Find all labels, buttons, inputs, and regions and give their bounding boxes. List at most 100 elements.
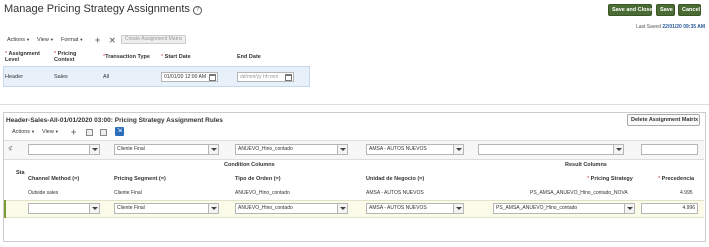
filter-unidad-negocio-value: AMSA - AUTOS NUEVOS: [369, 146, 427, 152]
chevron-down-icon[interactable]: [89, 204, 99, 213]
end-date-input[interactable]: dd/mm/yy hh:mm: [237, 72, 294, 82]
help-icon[interactable]: ?: [192, 6, 202, 15]
edit-pricing-segment[interactable]: Cliente Final: [114, 203, 219, 214]
start-date-label: Start Date: [164, 54, 191, 60]
chevron-down-icon[interactable]: [337, 204, 347, 213]
edit-precedencia-input[interactable]: 4.996: [641, 203, 698, 214]
cancel-button[interactable]: Cancel: [678, 4, 701, 16]
page-title-text: Manage Pricing Strategy Assignments: [4, 3, 190, 15]
chevron-down-icon[interactable]: [208, 145, 218, 154]
save-button[interactable]: Save: [656, 4, 675, 16]
export-icon[interactable]: ⇲: [115, 127, 124, 136]
detach-icon[interactable]: [100, 129, 107, 136]
col-tipo-orden[interactable]: Tipo de Orden (=): [235, 176, 281, 182]
cell-pricing-segment: Cliente Final: [114, 190, 142, 196]
header-end-date: End Date: [237, 54, 261, 60]
chevron-down-icon[interactable]: [208, 204, 218, 213]
filter-pricing-segment-value: Cliente Final: [117, 146, 145, 152]
last-saved: Last Saved 22/01/20 09:35 AM: [636, 24, 705, 30]
pricing-strategy-label: Pricing Strategy: [590, 176, 633, 182]
cell-unidad-negocio: AMSA - AUTOS NUEVOS: [366, 190, 424, 196]
delete-assignment-matrix-button[interactable]: Delete Assignment Matrix: [627, 114, 700, 126]
filter-pricing-strategy[interactable]: [478, 144, 624, 155]
filter-channel-method[interactable]: [28, 144, 100, 155]
required-marker: *: [161, 54, 164, 60]
edit-channel-method[interactable]: [28, 203, 100, 214]
view-label: View: [37, 37, 49, 43]
save-and-close-button[interactable]: Save and Close: [608, 4, 653, 16]
cell-transaction-type: All: [103, 74, 110, 80]
plus-icon[interactable]: +: [71, 128, 76, 137]
calendar-icon[interactable]: [209, 74, 216, 81]
cell-assignment-level: Header: [5, 74, 24, 80]
header-assignment-level: * Assignment Level: [5, 51, 45, 63]
edit-unidad-negocio[interactable]: AMSA - AUTOS NUEVOS: [366, 203, 464, 214]
actions-label: Actions: [7, 37, 26, 43]
cell-pricing-context: Sales: [54, 74, 68, 80]
format-label: Format: [61, 37, 79, 43]
create-assignment-matrix-button[interactable]: Create Assignment Matrix: [121, 35, 187, 44]
x-icon[interactable]: ✕: [109, 37, 116, 45]
pricing-context-label: Pricing Context: [54, 51, 77, 63]
header-start-date: * Start Date: [161, 54, 191, 60]
required-marker: *: [658, 176, 661, 182]
filter-tipo-orden-value: ANUEVO_Hino_contado: [238, 146, 293, 152]
actions-menu[interactable]: Actions▼: [7, 37, 30, 43]
start-date-value: 01/01/20 12:00 AM: [164, 74, 206, 80]
chevron-down-icon[interactable]: [453, 145, 463, 154]
status-column-header: Sta: [16, 170, 25, 176]
view-menu[interactable]: View▼: [37, 37, 54, 43]
chevron-down-icon: ▼: [26, 37, 31, 42]
filter-tipo-orden[interactable]: ANUEVO_Hino_contado: [235, 144, 348, 155]
col-pricing-strategy[interactable]: * Pricing Strategy: [587, 176, 633, 182]
chevron-down-icon[interactable]: [453, 204, 463, 213]
chevron-down-icon[interactable]: [89, 145, 99, 154]
page-title: Manage Pricing Strategy Assignments?: [4, 3, 202, 15]
edit-row-marker: [4, 200, 6, 218]
filter-unidad-negocio[interactable]: AMSA - AUTOS NUEVOS: [366, 144, 464, 155]
end-date-placeholder: dd/mm/yy hh:mm: [240, 74, 279, 80]
edit-pricing-strategy-value: PS_AMSA_ANUEVO_Hino_contado: [496, 205, 578, 211]
assignment-level-label: Assignment Level: [5, 51, 40, 63]
col-pricing-segment[interactable]: Pricing Segment (=): [114, 176, 166, 182]
rules-actions-label: Actions: [12, 129, 31, 135]
col-unidad-negocio[interactable]: Unidad de Negocio (=): [366, 176, 424, 182]
col-channel-method[interactable]: Channel Method (=): [28, 176, 79, 182]
cell-pricing-strategy: PS_AMSA_ANUEVO_Hino_contado_NOVA: [530, 190, 628, 196]
required-marker: *: [587, 176, 590, 182]
cell-tipo-orden: ANUEVO_Hino_contado: [235, 190, 290, 196]
filter-pricing-segment[interactable]: Cliente Final: [114, 144, 219, 155]
edit-tipo-orden[interactable]: ANUEVO_Hino_contado: [235, 203, 348, 214]
chevron-down-icon: ▼: [31, 129, 36, 134]
rules-actions-menu[interactable]: Actions▼: [12, 129, 35, 135]
transaction-type-label: Transaction Type: [105, 54, 150, 60]
chevron-down-icon: ▼: [79, 37, 84, 42]
last-saved-label: Last Saved: [635, 24, 661, 30]
format-menu[interactable]: Format▼: [61, 37, 83, 43]
edit-unidad-negocio-value: AMSA - AUTOS NUEVOS: [369, 205, 427, 211]
chevron-down-icon: ▼: [49, 37, 54, 42]
precedencia-label: Precedencia: [661, 176, 695, 182]
plus-icon[interactable]: +: [95, 36, 100, 45]
section-divider: [0, 104, 709, 105]
rules-panel-title: Header-Sales-All-01/01/2020 03:00: Prici…: [6, 117, 223, 124]
freeze-icon[interactable]: [86, 129, 93, 136]
condition-columns-header: Condition Columns: [224, 162, 275, 168]
chevron-down-icon[interactable]: [337, 145, 347, 154]
header-pricing-context: * Pricing Context: [54, 51, 86, 63]
col-precedencia[interactable]: * Precedencia: [658, 176, 694, 182]
header-transaction-type: *Transaction Type: [103, 54, 150, 60]
result-columns-header: Result Columns: [565, 162, 607, 168]
filter-icon: ⊄: [8, 146, 14, 152]
edit-pricing-strategy[interactable]: PS_AMSA_ANUEVO_Hino_contado: [493, 203, 635, 214]
chevron-down-icon[interactable]: [613, 145, 623, 154]
edit-tipo-orden-value: ANUEVO_Hino_contado: [238, 205, 293, 211]
chevron-down-icon[interactable]: [624, 204, 634, 213]
calendar-icon[interactable]: [285, 74, 292, 81]
start-date-input[interactable]: 01/01/20 12:00 AM: [161, 72, 218, 82]
rules-view-menu[interactable]: View▼: [42, 129, 59, 135]
cell-precedencia: 4.995: [680, 190, 693, 196]
filter-precedencia[interactable]: [641, 144, 698, 155]
chevron-down-icon: ▼: [54, 129, 59, 134]
last-saved-value: 22/01/20 09:35 AM: [662, 24, 705, 30]
